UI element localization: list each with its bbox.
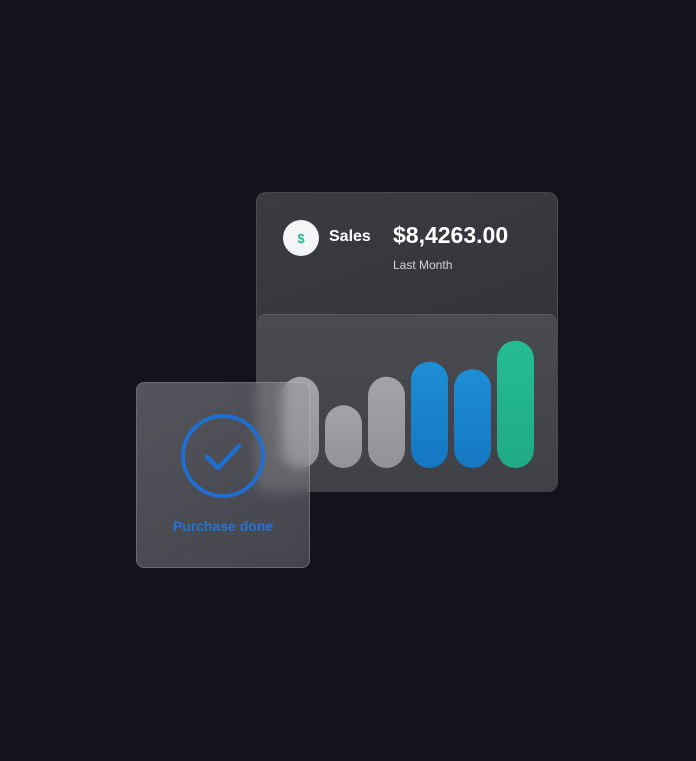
- dollar-icon: $: [283, 220, 319, 256]
- chart-bar-4: [411, 361, 448, 468]
- chart-bar-2: [325, 405, 362, 468]
- purchase-card: Purchase done: [136, 382, 310, 568]
- chart-bar-5: [454, 369, 491, 468]
- chart-bar-6: [497, 340, 534, 468]
- chart-bar-3: [368, 376, 405, 468]
- sales-header: $ Sales $8,4263.00 Last Month: [257, 193, 557, 315]
- sales-amount: $8,4263.00: [393, 222, 509, 248]
- purchase-label: Purchase done: [172, 518, 274, 534]
- check-circle-icon: [181, 414, 265, 498]
- sales-period: Last Month: [393, 258, 453, 272]
- sales-label: Sales: [329, 228, 371, 245]
- currency-symbol: $: [297, 230, 305, 246]
